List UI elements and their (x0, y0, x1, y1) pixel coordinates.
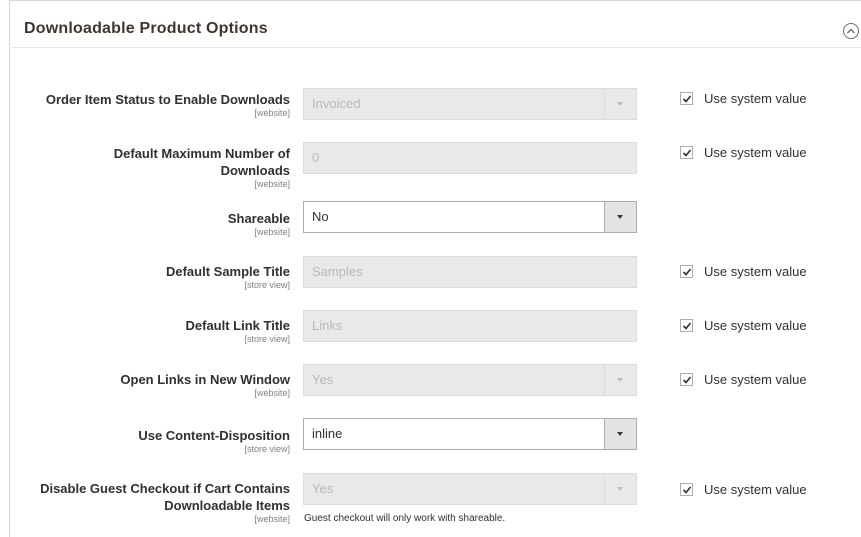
field-note: Guest checkout will only work with share… (304, 513, 506, 524)
order-item-status-select[interactable]: Invoiced (303, 88, 637, 120)
checkbox[interactable] (680, 265, 693, 278)
select-value: Yes (312, 481, 334, 496)
default-sample-title-input[interactable]: Samples (303, 256, 637, 288)
select-value: Yes (312, 372, 334, 387)
chevron-down-icon (617, 102, 623, 106)
field-label: Default Link Title [store view] (186, 317, 291, 344)
chevron-up-circle-icon[interactable] (843, 23, 859, 39)
section-title: Downloadable Product Options (24, 20, 268, 37)
default-link-title-input[interactable]: Links (303, 310, 637, 342)
field-label: Shareable [website] (228, 210, 290, 237)
section-divider (11, 47, 861, 48)
field-label-text: Default Sample Title (165, 264, 290, 279)
checkbox[interactable] (680, 319, 693, 332)
field-label-text: Disable Guest Checkout if Cart Contains (40, 481, 290, 496)
use-system-label: Use system value (704, 91, 807, 106)
shareable-select[interactable]: No (303, 201, 637, 233)
use-system-label: Use system value (704, 318, 807, 333)
open-links-new-window-select[interactable]: Yes (303, 364, 637, 396)
field-label-text: Use Content-Disposition (138, 428, 290, 443)
scope-label: [store view] (244, 444, 290, 454)
chevron-down-icon (617, 215, 623, 219)
scope-label: [store view] (244, 280, 290, 290)
checkbox[interactable] (680, 373, 693, 386)
chevron-down-icon (617, 487, 623, 491)
field-label-text: Default Maximum Number of (113, 146, 290, 161)
checkbox[interactable] (680, 92, 693, 105)
field-label: Disable Guest Checkout if Cart Contains … (40, 480, 290, 524)
field-label-text: Downloads (220, 163, 290, 178)
field-label: Default Sample Title [store view] (166, 263, 290, 290)
field-label: Open Links in New Window [website] (120, 371, 290, 398)
disable-guest-checkout-select[interactable]: Yes (303, 473, 637, 505)
field-label-text: Open Links in New Window (120, 372, 290, 387)
field-label: Default Maximum Number of Downloads [web… (114, 145, 290, 189)
checkbox[interactable] (680, 146, 693, 159)
select-dropdown-button[interactable] (604, 365, 636, 395)
select-value: No (312, 209, 329, 224)
select-dropdown-button[interactable] (604, 419, 636, 449)
field-label-text: Shareable (227, 211, 290, 226)
content-disposition-select[interactable]: inline (303, 418, 637, 450)
chevron-down-icon (617, 432, 623, 436)
select-dropdown-button[interactable] (604, 89, 636, 119)
input-value: Samples (312, 264, 363, 279)
use-system-label: Use system value (704, 264, 807, 279)
field-label: Order Item Status to Enable Downloads [w… (46, 91, 290, 118)
field-label-text: Downloadable Items (164, 498, 290, 513)
scope-label: [website] (254, 179, 290, 189)
select-value: inline (312, 426, 343, 441)
use-system-label: Use system value (704, 372, 807, 387)
use-system-label: Use system value (704, 145, 807, 160)
select-dropdown-button[interactable] (604, 202, 636, 232)
input-value: Links (312, 318, 343, 333)
input-value: 0 (312, 150, 320, 165)
scope-label: [website] (254, 108, 290, 118)
checkbox[interactable] (680, 483, 693, 496)
field-label: Use Content-Disposition [store view] (138, 427, 290, 454)
field-label-text: Default Link Title (185, 318, 291, 333)
select-value: Invoiced (312, 96, 361, 111)
use-system-label: Use system value (704, 482, 807, 497)
scope-label: [website] (254, 388, 290, 398)
select-dropdown-button[interactable] (604, 474, 636, 504)
scope-label: [website] (254, 514, 290, 524)
field-label-text: Order Item Status to Enable Downloads (45, 92, 290, 107)
default-max-downloads-input[interactable]: 0 (303, 142, 637, 174)
scope-label: [website] (254, 227, 290, 237)
chevron-down-icon (617, 378, 623, 382)
scope-label: [store view] (244, 334, 290, 344)
